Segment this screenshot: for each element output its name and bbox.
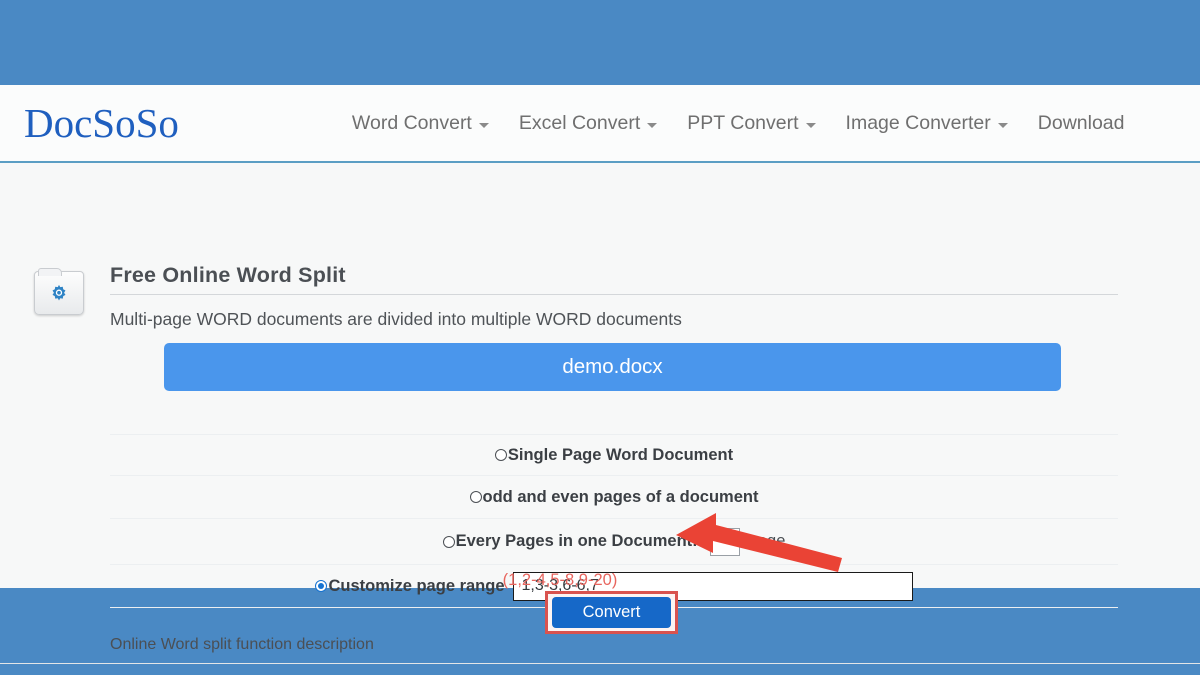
page-unit-label: page <box>749 532 786 551</box>
nav-label: Word Convert <box>352 112 472 135</box>
nav-item-excel-convert[interactable]: Excel Convert <box>504 106 672 141</box>
nav-label: Excel Convert <box>519 112 640 135</box>
chevron-down-icon <box>806 123 816 128</box>
folder-gear-icon <box>34 271 84 315</box>
nav-item-word-convert[interactable]: Word Convert <box>337 106 504 141</box>
option-row-every-pages[interactable]: Every Pages in one Document: page <box>110 519 1118 565</box>
page-range-hint: (1,2-4,5-8,9-20) <box>0 571 1160 590</box>
option-label: Every Pages in one Document: <box>456 532 698 551</box>
option-row-single-page[interactable]: Single Page Word Document <box>110 435 1118 476</box>
file-name: demo.docx <box>562 355 662 379</box>
nav-item-ppt-convert[interactable]: PPT Convert <box>672 106 830 141</box>
gear-icon <box>49 283 70 304</box>
browser-page: DocSoSo Word Convert Excel Convert PPT C… <box>0 85 1200 588</box>
content-bottom-divider <box>0 663 1200 664</box>
radio-single-page[interactable] <box>495 449 507 461</box>
radio-every-pages[interactable] <box>443 536 455 548</box>
convert-button-highlight: Convert <box>545 591 678 634</box>
option-row-odd-even[interactable]: odd and even pages of a document <box>110 476 1118 519</box>
nav-item-download[interactable]: Download <box>1023 106 1140 141</box>
logo-text: DocSoSo <box>24 100 179 146</box>
pages-per-document-input[interactable] <box>710 528 740 556</box>
nav-item-image-converter[interactable]: Image Converter <box>831 106 1023 141</box>
main-navigation: Word Convert Excel Convert PPT Convert I… <box>337 106 1140 141</box>
nav-label: PPT Convert <box>687 112 798 135</box>
chevron-down-icon <box>647 123 657 128</box>
title-divider <box>110 294 1118 295</box>
nav-label: Image Converter <box>846 112 991 135</box>
option-label: odd and even pages of a document <box>483 488 759 507</box>
option-row-spacer <box>110 397 1118 435</box>
nav-label: Download <box>1038 112 1125 135</box>
page-subtitle: Multi-page WORD documents are divided in… <box>110 309 682 330</box>
selected-file-bar[interactable]: demo.docx <box>164 343 1061 391</box>
site-header: DocSoSo Word Convert Excel Convert PPT C… <box>0 85 1200 163</box>
function-description-link[interactable]: Online Word split function description <box>110 636 374 654</box>
site-logo[interactable]: DocSoSo <box>24 103 179 144</box>
chevron-down-icon <box>479 123 489 128</box>
radio-odd-even[interactable] <box>470 491 482 503</box>
option-label: Single Page Word Document <box>508 446 733 465</box>
convert-button[interactable]: Convert <box>552 597 671 628</box>
chevron-down-icon <box>998 123 1008 128</box>
page-title: Free Online Word Split <box>110 263 346 288</box>
